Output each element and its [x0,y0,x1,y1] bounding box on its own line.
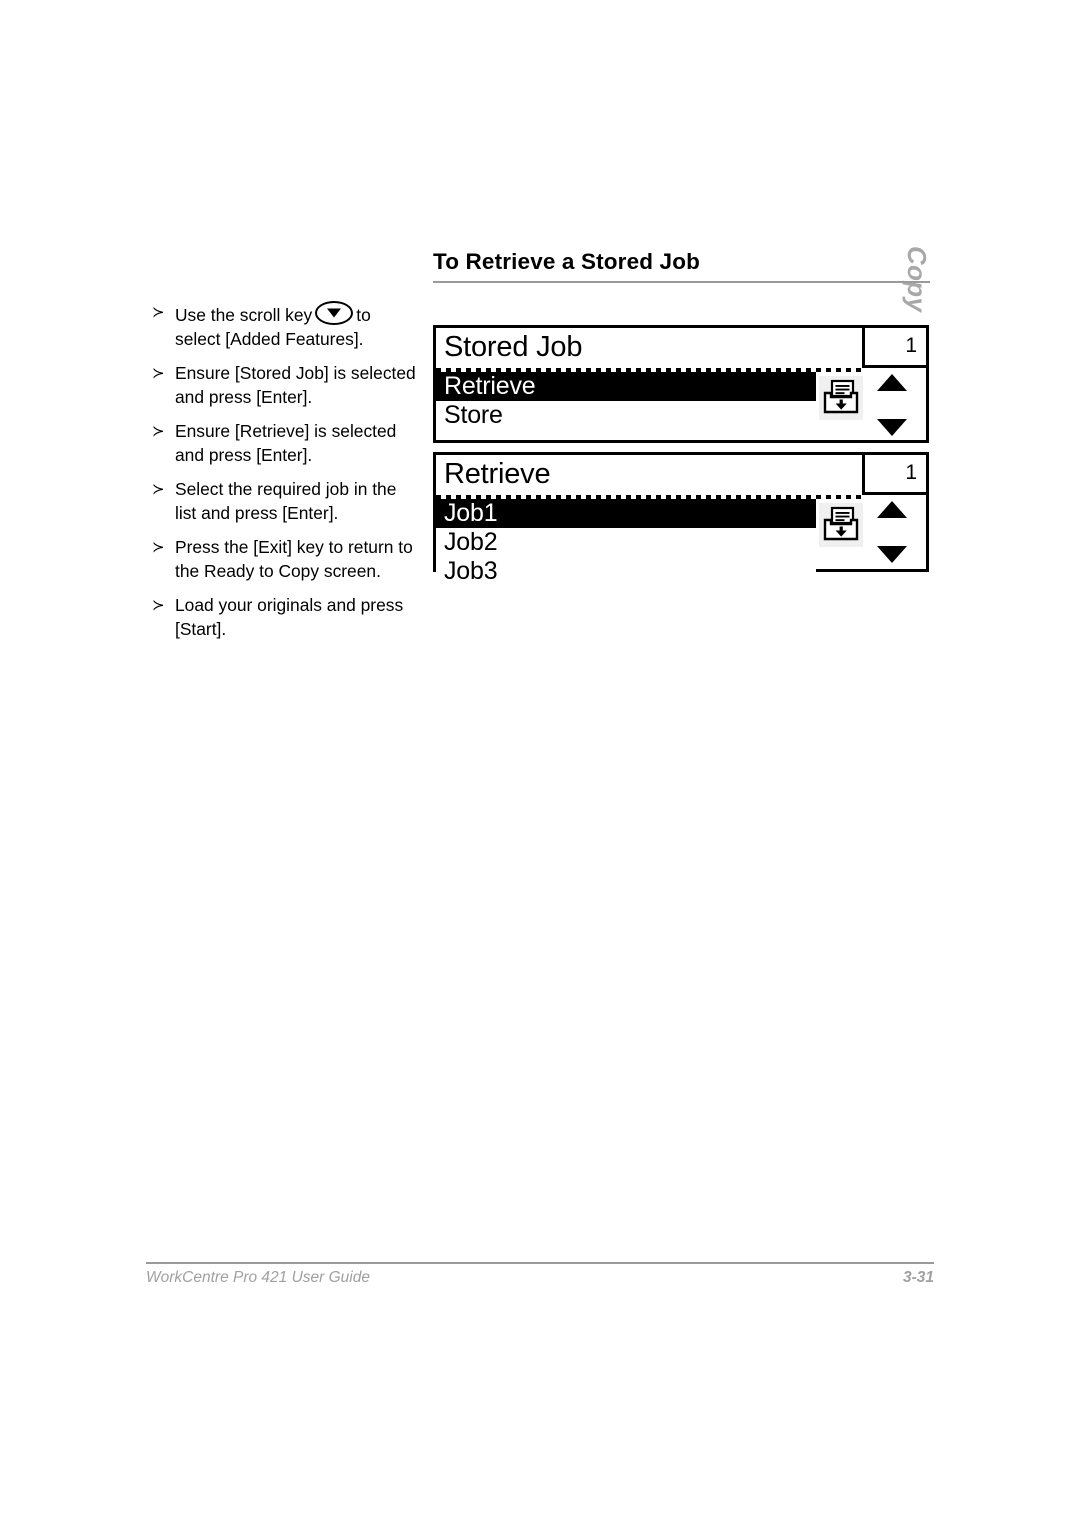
list-item: ≻ Press the [Exit] key to return to the R… [152,536,420,583]
list-item: ≻ Use the scroll key to select [Added Feat… [152,301,420,351]
bullet-marker: ≻ [152,481,165,498]
lcd-header: Retrieve 1 [436,455,926,495]
list-item: ≻ Ensure [Stored Job] is selected and pre… [152,362,420,409]
chapter-side-tab-label: Copy [902,246,932,313]
scroll-up-arrow-icon[interactable] [877,374,907,391]
lcd-page-counter: 1 [862,328,926,368]
step-text: Press the [Exit] key to return to the Re… [175,537,413,581]
bullet-marker: ≻ [152,597,165,614]
lcd-menu-item-store[interactable]: Store [436,401,816,430]
page-title: To Retrieve a Stored Job [433,249,700,274]
lcd-panel-stored-job: Stored Job 1 Retrieve Store [433,325,929,443]
title-underline-rule [433,281,930,283]
step-text: Load your originals and press [Start]. [175,595,404,639]
job-tray-download-icon [819,503,863,547]
step-text: Ensure [Stored Job] is selected and pres… [175,363,416,407]
lcd-screen-title: Stored Job [444,331,583,363]
bullet-marker: ≻ [152,539,165,556]
scroll-down-key-icon [315,301,354,325]
lcd-screen-title: Retrieve [444,458,551,490]
job-tray-download-icon [819,376,863,420]
bullet-marker: ≻ [152,365,165,382]
footer-page-number: 3-31 [902,1269,934,1286]
chapter-side-tab: Copy [902,246,992,336]
lcd-menu-item-job2[interactable]: Job2 [436,528,816,557]
step-text: Ensure [Retrieve] is selected and press … [175,421,397,465]
list-item: ≻ Select the required job in the list and… [152,478,420,525]
lcd-scroll-arrows [864,374,920,436]
lcd-menu-list: Retrieve Store [436,372,816,430]
lcd-menu-item-job1[interactable]: Job1 [436,499,816,528]
lcd-panel-retrieve: Retrieve 1 Job1 Job2 Job3 [433,452,929,586]
scroll-down-arrow-icon[interactable] [877,419,907,436]
list-item: ≻ Ensure [Retrieve] is selected and press… [152,420,420,467]
scroll-down-arrow-icon[interactable] [877,546,907,563]
lcd-header: Stored Job 1 [436,328,926,368]
lcd-menu-item-job3[interactable]: Job3 [436,557,816,586]
scroll-up-arrow-icon[interactable] [877,501,907,518]
lcd-scroll-arrows [864,501,920,563]
instruction-steps-list: ≻ Use the scroll key to select [Added Feat… [152,301,420,652]
step-text: Select the required job in the list and … [175,479,397,523]
document-page: Copy To Retrieve a Stored Job ≻ Use the s… [0,0,1080,1528]
bullet-marker: ≻ [152,304,165,321]
footer-rule [146,1262,934,1264]
lcd-menu-list: Job1 Job2 Job3 [436,499,816,586]
lcd-menu-item-retrieve[interactable]: Retrieve [436,372,816,401]
lcd-page-counter: 1 [862,455,926,495]
step-text-before: Use the scroll key [175,305,313,325]
bullet-marker: ≻ [152,423,165,440]
list-item: ≻ Load your originals and press [Start]. [152,594,420,641]
